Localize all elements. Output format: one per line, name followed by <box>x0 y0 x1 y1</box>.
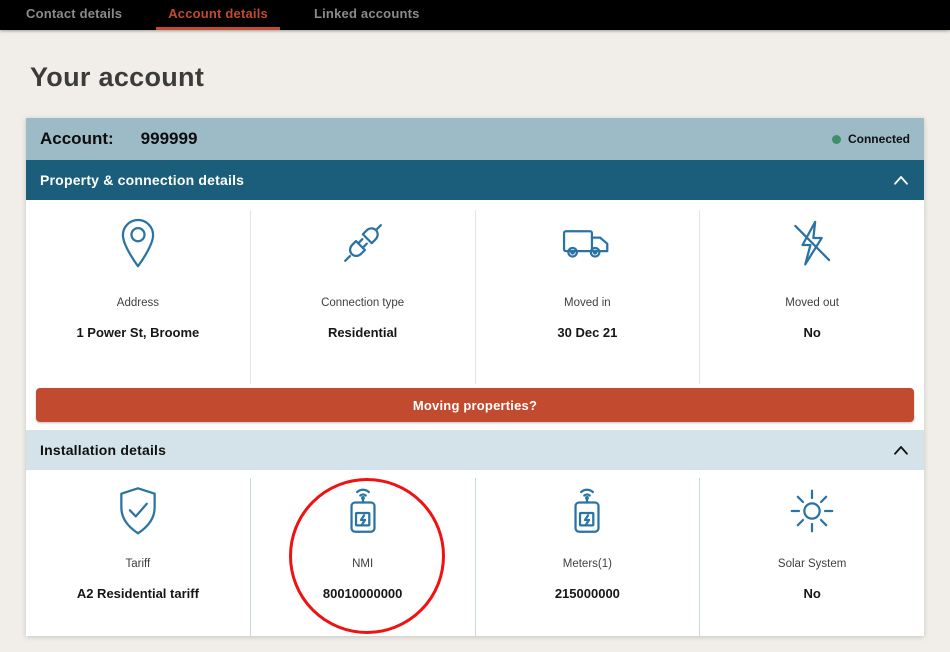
connected-status-dot <box>832 135 841 144</box>
smart-meter-icon <box>336 484 390 538</box>
item-label: Moved out <box>785 297 839 309</box>
item-label: NMI <box>352 558 373 570</box>
property-section-title: Property & connection details <box>40 172 244 188</box>
plug-icon <box>336 216 390 270</box>
item-value: Residential <box>328 325 397 340</box>
tariff-item: Tariff A2 Residential tariff <box>26 478 250 636</box>
page-title: Your account <box>30 62 204 93</box>
item-label: Address <box>117 297 159 309</box>
connection-status: Connected <box>832 132 910 146</box>
moved-in-item: Moved in 30 Dec 21 <box>475 210 700 384</box>
moving-properties-button[interactable]: Moving properties? <box>36 388 914 422</box>
chevron-up-icon[interactable] <box>892 173 910 187</box>
tab-linked-accounts[interactable]: Linked accounts <box>302 0 432 30</box>
sun-icon <box>785 484 839 538</box>
item-value: 80010000000 <box>323 586 403 601</box>
item-label: Moved in <box>564 297 611 309</box>
item-value: No <box>803 325 820 340</box>
item-label: Connection type <box>321 297 404 309</box>
truck-icon <box>560 216 614 270</box>
nmi-item: NMI 80010000000 <box>250 478 475 636</box>
location-pin-icon <box>111 216 165 270</box>
meters-item: Meters(1) 215000000 <box>475 478 700 636</box>
property-section-header[interactable]: Property & connection details <box>26 160 924 200</box>
account-number: 999999 <box>141 129 198 149</box>
item-label: Solar System <box>778 558 846 570</box>
account-header-bar: Account: 999999 Connected <box>26 118 924 160</box>
installation-section-title: Installation details <box>40 442 166 458</box>
lightning-slash-icon <box>785 216 839 270</box>
item-value: No <box>803 586 820 601</box>
chevron-up-icon[interactable] <box>892 443 910 457</box>
connected-status-label: Connected <box>848 132 910 146</box>
item-value: A2 Residential tariff <box>77 586 199 601</box>
top-tab-bar: Contact details Account details Linked a… <box>0 0 950 30</box>
solar-system-item: Solar System No <box>699 478 924 636</box>
connection-type-item: Connection type Residential <box>250 210 475 384</box>
item-value: 30 Dec 21 <box>557 325 617 340</box>
item-value: 215000000 <box>555 586 620 601</box>
account-label: Account: <box>40 129 114 149</box>
moved-out-item: Moved out No <box>699 210 924 384</box>
installation-section-header[interactable]: Installation details <box>26 430 924 470</box>
moving-button-wrap: Moving properties? <box>26 384 924 430</box>
item-value: 1 Power St, Broome <box>76 325 199 340</box>
item-label: Meters(1) <box>563 558 612 570</box>
item-label: Tariff <box>126 558 151 570</box>
smart-meter-icon <box>560 484 614 538</box>
account-card: Account: 999999 Connected Property & con… <box>26 118 924 636</box>
installation-items-row: Tariff A2 Residential tariff NMI 8001000… <box>26 470 924 636</box>
shield-check-icon <box>111 484 165 538</box>
tab-contact-details[interactable]: Contact details <box>14 0 134 30</box>
address-item: Address 1 Power St, Broome <box>26 210 250 384</box>
property-items-row: Address 1 Power St, Broome Connection ty… <box>26 200 924 384</box>
tab-account-details[interactable]: Account details <box>156 0 280 30</box>
